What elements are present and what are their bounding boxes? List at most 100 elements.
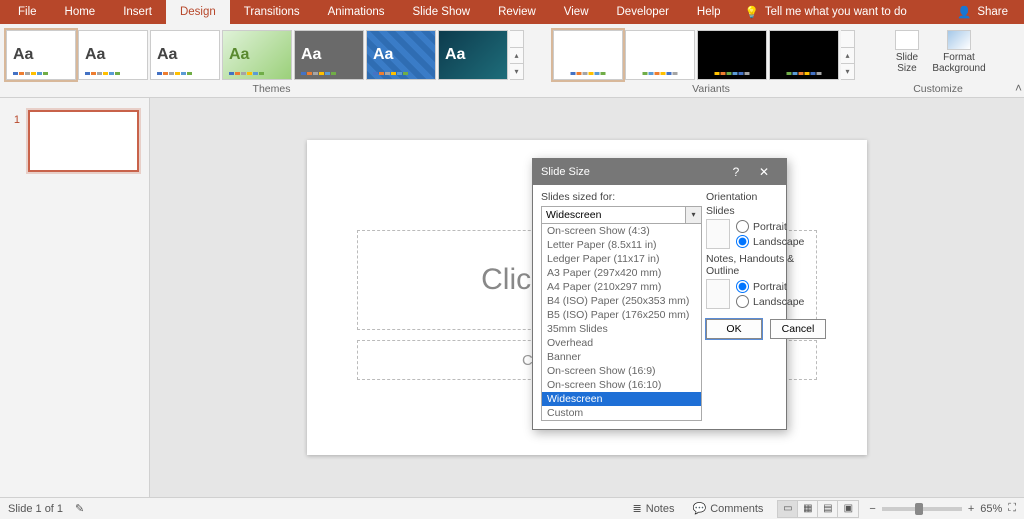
dialog-titlebar[interactable]: Slide Size ? ✕	[533, 159, 786, 185]
zoom-in-button[interactable]: +	[968, 503, 974, 515]
fit-to-window-button[interactable]: ⛶	[1008, 502, 1016, 515]
variants-gallery: ▴▾	[551, 28, 871, 80]
reading-view-button[interactable]: ▤	[818, 501, 838, 517]
zoom-out-button[interactable]: −	[869, 503, 875, 515]
theme-thumb[interactable]: Aa	[6, 30, 76, 80]
workspace: 1 Click to add title Click to add subtit…	[0, 98, 1024, 497]
slide-counter: Slide 1 of 1	[8, 503, 63, 515]
nho-landscape-radio[interactable]: Landscape	[736, 295, 804, 308]
variant-thumb[interactable]	[553, 30, 623, 80]
tab-home[interactable]: Home	[51, 0, 110, 24]
size-option[interactable]: 35mm Slides	[542, 322, 701, 336]
variants-more-button[interactable]: ▴▾	[841, 30, 855, 80]
sized-for-input[interactable]	[541, 206, 686, 224]
spellcheck-button[interactable]: ✎	[75, 502, 84, 515]
themes-gallery: Aa Aa Aa Aa Aa Aa Aa ▴▾	[4, 28, 539, 80]
chevron-up-icon: ˄	[1015, 81, 1022, 95]
comments-icon: 💬	[693, 502, 707, 515]
dialog-help-button[interactable]: ?	[722, 165, 750, 179]
notes-icon: ≣	[633, 502, 642, 515]
reading-view-icon: ▤	[818, 501, 837, 517]
cancel-button[interactable]: Cancel	[770, 319, 826, 339]
zoom-control: − + 65% ⛶	[869, 502, 1016, 515]
slides-portrait-radio[interactable]: Portrait	[736, 220, 804, 233]
dialog-close-button[interactable]: ✕	[750, 165, 778, 179]
size-option[interactable]: B5 (ISO) Paper (176x250 mm)	[542, 308, 701, 322]
size-option[interactable]: B4 (ISO) Paper (250x353 mm)	[542, 294, 701, 308]
variant-thumb[interactable]	[769, 30, 839, 80]
slide-size-dialog: Slide Size ? ✕ Slides sized for: ▾	[532, 158, 787, 430]
size-option[interactable]: On-screen Show (16:10)	[542, 378, 701, 392]
theme-thumb[interactable]: Aa	[78, 30, 148, 80]
tab-animations[interactable]: Animations	[314, 0, 399, 24]
sorter-view-button[interactable]: ▦	[798, 501, 818, 517]
variant-thumb[interactable]	[625, 30, 695, 80]
format-background-label: Format Background	[932, 52, 985, 74]
tab-help[interactable]: Help	[683, 0, 735, 24]
dialog-body: Slides sized for: ▾ On-screen Show (4:3)…	[533, 185, 786, 429]
size-option-selected[interactable]: Widescreen	[542, 392, 701, 406]
slideshow-view-button[interactable]: ▣	[838, 501, 858, 517]
theme-thumb[interactable]: Aa	[438, 30, 508, 80]
slide-canvas[interactable]: Click to add title Click to add subtitle…	[150, 98, 1024, 497]
size-option[interactable]: On-screen Show (16:9)	[542, 364, 701, 378]
tab-view[interactable]: View	[550, 0, 603, 24]
notes-label: Notes	[646, 503, 675, 515]
variant-thumb[interactable]	[697, 30, 767, 80]
chevron-up-icon: ▴	[510, 47, 523, 63]
size-option[interactable]: A3 Paper (297x420 mm)	[542, 266, 701, 280]
zoom-slider[interactable]	[882, 507, 962, 511]
tab-file[interactable]: File	[4, 0, 51, 24]
sized-for-combo[interactable]: ▾	[541, 206, 702, 224]
tab-insert[interactable]: Insert	[109, 0, 166, 24]
sorter-view-icon: ▦	[798, 501, 817, 517]
ribbon-tabs: File Home Insert Design Transitions Anim…	[0, 0, 1024, 24]
tab-slideshow[interactable]: Slide Show	[399, 0, 485, 24]
slide-size-button[interactable]: Slide Size	[883, 30, 931, 74]
size-option[interactable]: Banner	[542, 350, 701, 364]
sized-for-dropdown-button[interactable]: ▾	[686, 206, 702, 224]
customize-group: Slide Size Format Background Customize	[883, 28, 993, 97]
theme-thumb[interactable]: Aa	[222, 30, 292, 80]
landscape-label: Landscape	[753, 236, 804, 248]
size-option[interactable]: Letter Paper (8.5x11 in)	[542, 238, 701, 252]
tab-transitions[interactable]: Transitions	[230, 0, 314, 24]
normal-view-button[interactable]: ▭	[778, 501, 798, 517]
theme-thumb[interactable]: Aa	[366, 30, 436, 80]
notes-button[interactable]: ≣ Notes	[629, 502, 679, 515]
themes-more-button[interactable]: ▴▾	[510, 30, 524, 80]
sized-for-listbox[interactable]: On-screen Show (4:3) Letter Paper (8.5x1…	[541, 223, 702, 421]
share-button[interactable]: 👤 Share	[941, 5, 1024, 19]
tab-review[interactable]: Review	[484, 0, 550, 24]
slides-landscape-radio[interactable]: Landscape	[736, 235, 804, 248]
portrait-label: Portrait	[753, 281, 787, 293]
status-bar: Slide 1 of 1 ✎ ≣ Notes 💬 Comments ▭ ▦ ▤ …	[0, 497, 1024, 519]
tab-design[interactable]: Design	[166, 0, 230, 24]
slide-thumbnail[interactable]	[28, 110, 139, 172]
slides-section-label: Slides	[706, 205, 826, 217]
size-option[interactable]: On-screen Show (4:3)	[542, 224, 701, 238]
format-background-button[interactable]: Format Background	[935, 30, 983, 74]
zoom-thumb[interactable]	[915, 503, 923, 515]
theme-thumb[interactable]: Aa	[150, 30, 220, 80]
size-option[interactable]: A4 Paper (210x297 mm)	[542, 280, 701, 294]
tell-me-search[interactable]: 💡 Tell me what you want to do	[735, 5, 917, 19]
size-option[interactable]: Overhead	[542, 336, 701, 350]
size-option[interactable]: Ledger Paper (11x17 in)	[542, 252, 701, 266]
dialog-title: Slide Size	[541, 166, 722, 178]
zoom-percent[interactable]: 65%	[980, 503, 1002, 515]
variants-group-label: Variants	[551, 83, 871, 97]
theme-thumb[interactable]: Aa	[294, 30, 364, 80]
slideshow-view-icon: ▣	[838, 501, 858, 517]
size-option[interactable]: Custom	[542, 406, 701, 420]
tab-developer[interactable]: Developer	[603, 0, 683, 24]
themes-group: Aa Aa Aa Aa Aa Aa Aa ▴▾ Themes	[4, 28, 539, 97]
nho-portrait-radio[interactable]: Portrait	[736, 280, 804, 293]
fit-icon: ⛶	[1008, 502, 1016, 514]
chevron-up-icon: ▴	[841, 47, 854, 63]
collapse-ribbon-button[interactable]: ˄	[1011, 79, 1024, 97]
chevron-down-icon: ▾	[510, 63, 523, 79]
ok-button[interactable]: OK	[706, 319, 762, 339]
comments-button[interactable]: 💬 Comments	[689, 502, 768, 515]
tell-me-placeholder: Tell me what you want to do	[765, 6, 907, 18]
